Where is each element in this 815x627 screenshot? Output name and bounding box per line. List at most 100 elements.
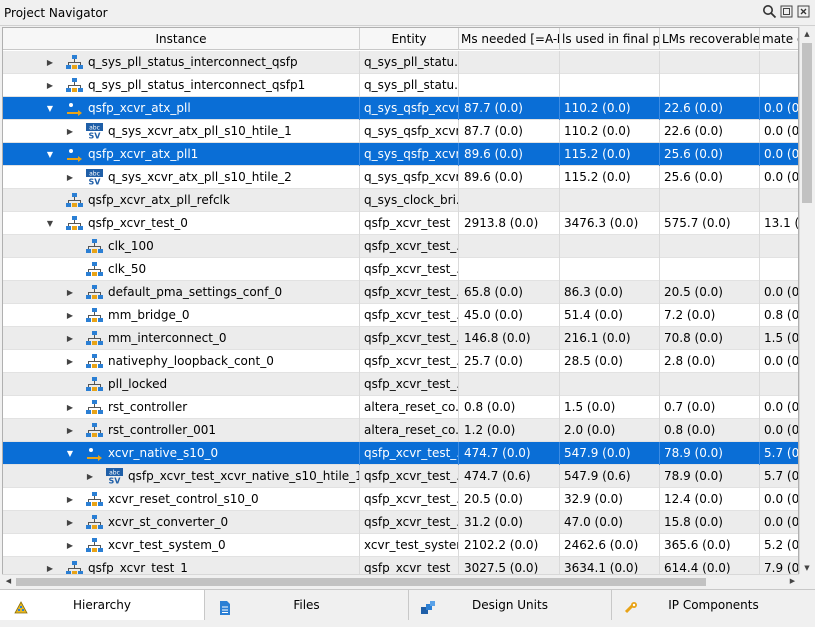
expand-arrow-icon[interactable]: ▶ (65, 396, 75, 419)
alms-recoverable-cell (660, 373, 760, 396)
table-row[interactable]: qsfp_xcvr_atx_pll_refclk q_sys_clock_bri.… (3, 189, 798, 212)
expand-arrow-icon[interactable]: ▶ (65, 511, 75, 534)
scroll-left-arrow-icon[interactable]: ◀ (2, 575, 15, 588)
table-row[interactable]: ▶ default_pma_settings_conf_0 qsfp_xcvr_te… (3, 281, 798, 304)
collapse-arrow-icon[interactable]: ▼ (45, 97, 55, 120)
table-row[interactable]: ▼ xcvr_native_s10_0 qsfp_xcvr_test_... 474.… (3, 442, 798, 465)
table-row[interactable]: pll_locked qsfp_xcvr_test_... (3, 373, 798, 396)
column-header-alms-needed[interactable]: Ms needed [=A-B+ (459, 28, 560, 50)
collapse-arrow-icon[interactable]: ▼ (45, 143, 55, 166)
instance-cell[interactable]: ▶ abc SV q_sys_xcvr_atx_pll_s10_htile_1 (3, 120, 360, 143)
scroll-up-arrow-icon[interactable]: ▲ (800, 27, 814, 41)
tab-ip-components[interactable]: IP Components (612, 590, 815, 620)
instance-cell[interactable]: ▶ mm_interconnect_0 (3, 327, 360, 350)
sv-file-icon: abc SV (86, 169, 103, 187)
instance-cell[interactable]: ▶ qsfp_xcvr_test_1 (3, 557, 360, 574)
expand-arrow-icon[interactable]: ▶ (85, 465, 95, 488)
table-row[interactable]: ▶ abc SV qsfp_xcvr_test_xcvr_native_s10_hti… (3, 465, 798, 488)
horizontal-scroll-thumb[interactable] (16, 578, 706, 586)
entity-cell: q_sys_pll_statu... (360, 51, 459, 74)
expand-arrow-icon[interactable]: ▶ (65, 534, 75, 557)
instance-cell[interactable]: ▶ rst_controller_001 (3, 419, 360, 442)
expand-arrow-icon[interactable]: ▶ (65, 120, 75, 143)
table-row[interactable]: ▶ mm_interconnect_0 qsfp_xcvr_test_... 146.… (3, 327, 798, 350)
alms-needed-cell (459, 373, 560, 396)
horizontal-scrollbar[interactable]: ◀ ▶ (2, 574, 799, 587)
hierarchy-table[interactable]: Instance Entity Ms needed [=A-B+ ls used… (2, 27, 799, 575)
instance-cell[interactable]: ▶ xcvr_st_converter_0 (3, 511, 360, 534)
instance-cell[interactable]: ▶ q_sys_pll_status_interconnect_qsfp (3, 51, 360, 74)
column-header-entity[interactable]: Entity (360, 28, 459, 50)
tab-files[interactable]: Files (205, 590, 409, 620)
expand-arrow-icon[interactable]: ▶ (45, 557, 55, 574)
expand-arrow-icon[interactable]: ▶ (65, 304, 75, 327)
instance-cell[interactable]: ▶ rst_controller (3, 396, 360, 419)
hierarchy-icon (66, 192, 83, 209)
instance-cell[interactable]: ▶ xcvr_reset_control_s10_0 (3, 488, 360, 511)
column-header-alms-used[interactable]: ls used in final pla (560, 28, 660, 50)
table-row[interactable]: ▶ qsfp_xcvr_test_1 qsfp_xcvr_test 3027.5 (0… (3, 557, 798, 574)
table-row[interactable]: ▶ rst_controller_001 altera_reset_co... 1.2… (3, 419, 798, 442)
scroll-right-arrow-icon[interactable]: ▶ (786, 575, 799, 588)
instance-cell[interactable]: ▼ qsfp_xcvr_test_0 (3, 212, 360, 235)
scroll-down-arrow-icon[interactable]: ▼ (800, 561, 814, 575)
table-row[interactable]: ▶ xcvr_test_system_0 xcvr_test_system 2102.… (3, 534, 799, 557)
estimate-cell: 5.2 (0.0 (764, 538, 799, 552)
tab-label: Design Units (472, 598, 548, 612)
table-row[interactable]: ▼ qsfp_xcvr_atx_pll q_sys_qsfp_xcvr...87.7… (3, 97, 798, 120)
table-row[interactable]: ▼ qsfp_xcvr_test_0 qsfp_xcvr_test 2913.8 (0… (3, 212, 798, 235)
instance-cell[interactable]: ▼ qsfp_xcvr_atx_pll (3, 97, 360, 120)
instance-cell[interactable]: ▶ default_pma_settings_conf_0 (3, 281, 360, 304)
instance-cell[interactable]: ▶ abc SV qsfp_xcvr_test_xcvr_native_s10_hti… (3, 465, 360, 488)
expand-arrow-icon[interactable]: ▶ (65, 281, 75, 304)
search-icon[interactable] (762, 4, 777, 19)
entity-cell: q_sys_qsfp_xcvr... (360, 97, 459, 120)
expand-arrow-icon[interactable]: ▶ (65, 488, 75, 511)
table-row[interactable]: ▶ nativephy_loopback_cont_0 qsfp_xcvr_test… (3, 350, 798, 373)
column-header-alms-recoverable[interactable]: LMs recoverable b (660, 28, 760, 50)
collapse-arrow-icon[interactable]: ▼ (45, 212, 55, 235)
column-header-instance[interactable]: Instance (3, 28, 360, 50)
instance-cell[interactable]: ▶ mm_bridge_0 (3, 304, 360, 327)
instance-cell[interactable]: ▶ xcvr_test_system_0 (3, 534, 360, 557)
estimate-cell (760, 51, 798, 74)
tab-label: Hierarchy (72, 598, 131, 612)
instance-cell[interactable]: pll_locked (3, 373, 360, 396)
alms-needed-cell: 65.8 (0.0) (459, 281, 560, 304)
instance-cell[interactable]: ▼ xcvr_native_s10_0 (3, 442, 360, 465)
expand-arrow-icon[interactable]: ▶ (45, 51, 55, 74)
expand-arrow-icon[interactable]: ▶ (45, 74, 55, 97)
instance-cell[interactable]: qsfp_xcvr_atx_pll_refclk (3, 189, 360, 212)
tab-design-units[interactable]: Design Units (409, 590, 612, 620)
table-row[interactable]: ▶ q_sys_pll_status_interconnect_qsfp q_sys… (3, 51, 798, 74)
table-row[interactable]: ▶ abc SV q_sys_xcvr_atx_pll_s10_htile_2 q_sy… (3, 166, 798, 189)
table-row[interactable]: ▶ mm_bridge_0 qsfp_xcvr_test_... 45.0 (0.0)… (3, 304, 798, 327)
instance-cell[interactable]: ▶ q_sys_pll_status_interconnect_qsfp1 (3, 74, 360, 97)
table-row[interactable]: ▶ xcvr_st_converter_0 qsfp_xcvr_test_... 31… (3, 511, 798, 534)
column-header-estimate[interactable]: mate of (760, 28, 798, 50)
alms-recoverable-cell: 25.6 (0.0) (660, 143, 760, 166)
table-row[interactable]: clk_50 qsfp_xcvr_test_... (3, 258, 798, 281)
close-icon[interactable] (796, 4, 811, 19)
table-row[interactable]: ▶ abc SV q_sys_xcvr_atx_pll_s10_htile_1 q_sy… (3, 120, 798, 143)
restore-icon[interactable] (779, 4, 794, 19)
table-row[interactable]: ▼ qsfp_xcvr_atx_pll1 q_sys_qsfp_xcvr...89.… (3, 143, 798, 166)
collapse-arrow-icon[interactable]: ▼ (65, 442, 75, 465)
expand-arrow-icon[interactable]: ▶ (65, 327, 75, 350)
alms-used-cell: 547.9 (0.6) (560, 465, 660, 488)
vertical-scroll-thumb[interactable] (802, 43, 812, 203)
instance-cell[interactable]: ▶ abc SV q_sys_xcvr_atx_pll_s10_htile_2 (3, 166, 360, 189)
table-row[interactable]: clk_100 qsfp_xcvr_test_... (3, 235, 798, 258)
expand-arrow-icon[interactable]: ▶ (65, 166, 75, 189)
table-row[interactable]: ▶ xcvr_reset_control_s10_0 qsfp_xcvr_test_… (3, 488, 798, 511)
instance-cell[interactable]: clk_100 (3, 235, 360, 258)
table-row[interactable]: ▶ q_sys_pll_status_interconnect_qsfp1 q_sy… (3, 74, 798, 97)
table-row[interactable]: ▶ rst_controller altera_reset_co... 0.8 (0.… (3, 396, 798, 419)
vertical-scrollbar[interactable]: ▲ ▼ (799, 27, 813, 575)
expand-arrow-icon[interactable]: ▶ (65, 419, 75, 442)
tab-hierarchy[interactable]: Hierarchy (0, 590, 205, 620)
instance-cell[interactable]: ▶ nativephy_loopback_cont_0 (3, 350, 360, 373)
instance-cell[interactable]: ▼ qsfp_xcvr_atx_pll1 (3, 143, 360, 166)
expand-arrow-icon[interactable]: ▶ (65, 350, 75, 373)
instance-cell[interactable]: clk_50 (3, 258, 360, 281)
